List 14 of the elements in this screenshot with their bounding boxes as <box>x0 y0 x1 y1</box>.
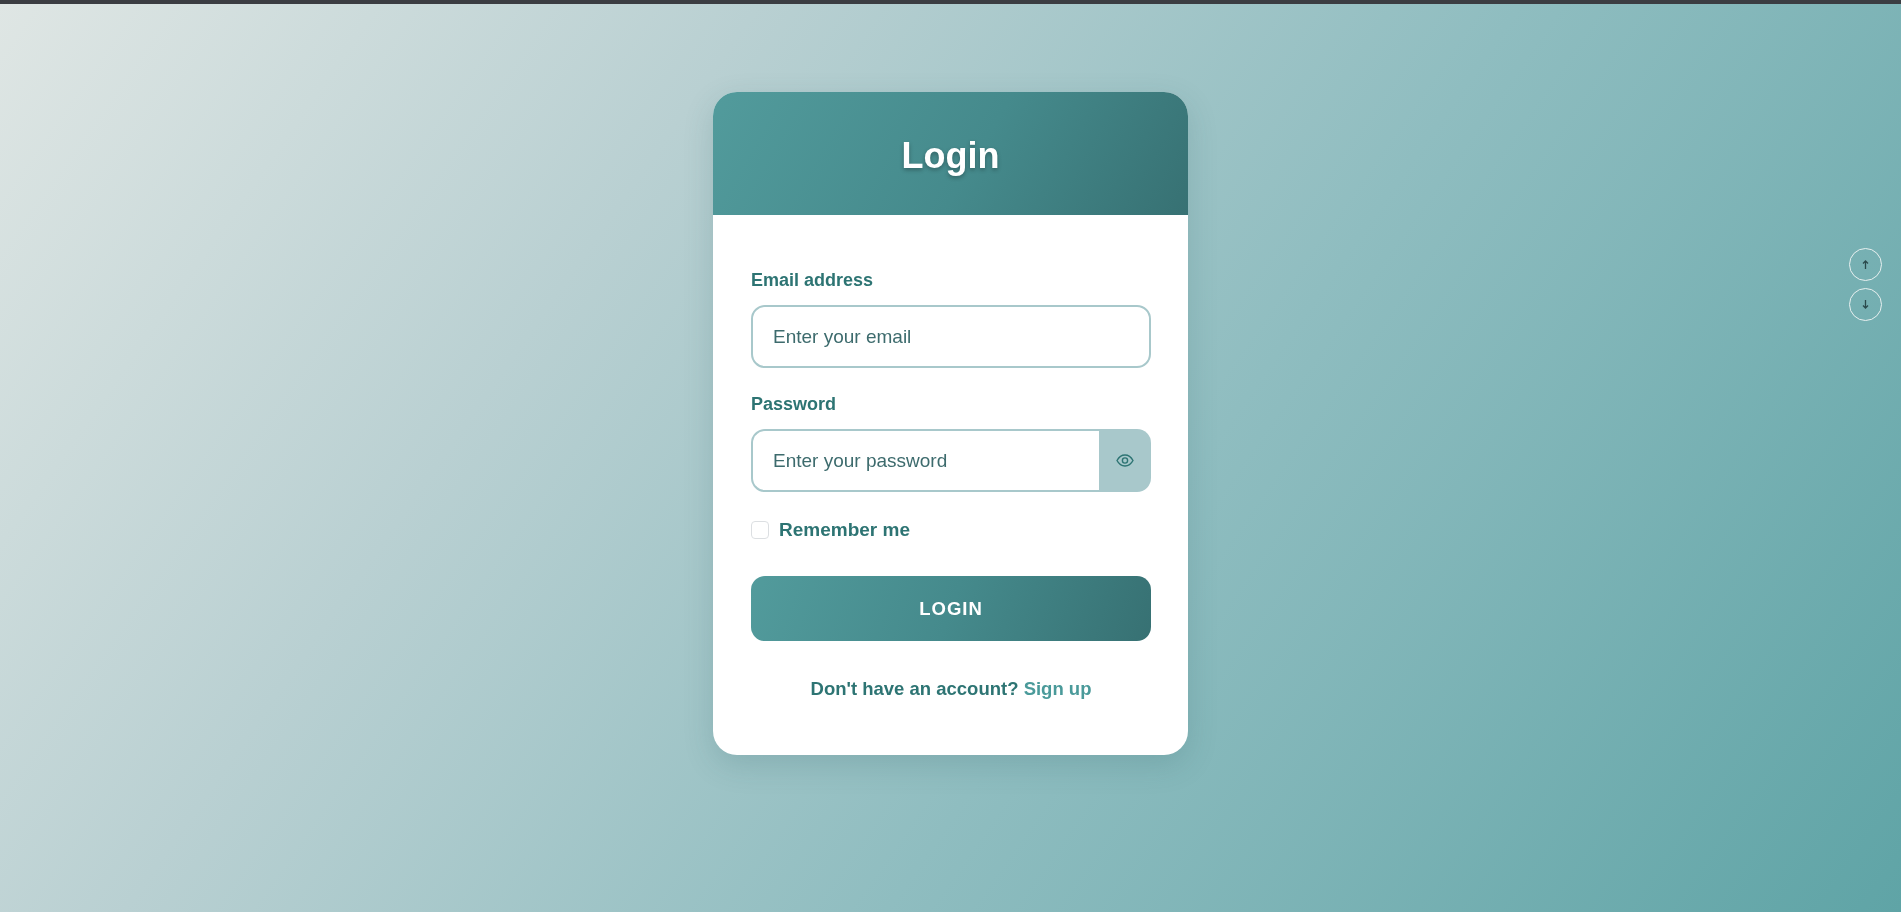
show-password-button[interactable] <box>1099 429 1151 492</box>
login-title: Login <box>901 133 1000 178</box>
signup-prompt: Don't have an account? Sign up <box>809 677 1093 701</box>
arrow-up-icon <box>1862 260 1869 269</box>
remember-label: Remember me <box>779 517 910 542</box>
signup-link[interactable]: Sign up <box>1023 678 1092 699</box>
field-label: Email address <box>751 269 874 292</box>
eye-icon <box>1116 454 1134 467</box>
password-field[interactable]: Enter your password <box>751 429 1099 492</box>
email-field[interactable]: Enter your email <box>751 305 1151 368</box>
field-label: Password <box>751 393 837 416</box>
arrow-down-icon <box>1862 300 1869 309</box>
login-button[interactable]: LOGIN <box>751 576 1151 641</box>
remember-checkbox[interactable] <box>751 521 769 539</box>
